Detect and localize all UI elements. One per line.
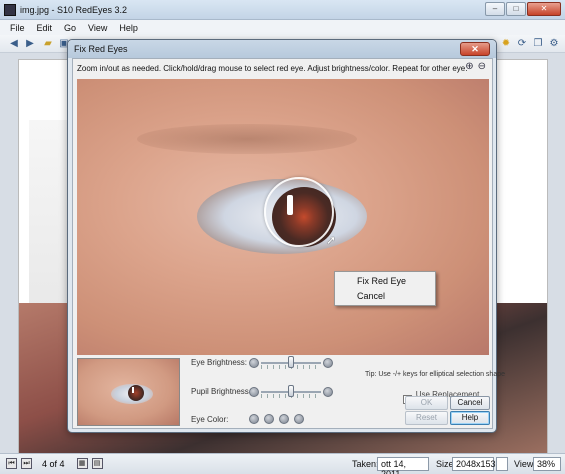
dialog-title: Fix Red Eyes <box>74 44 128 54</box>
fix-red-eye-menu-item[interactable]: Fix Red Eye <box>335 274 435 289</box>
eye-brightness-slider[interactable] <box>249 356 335 370</box>
reset-button[interactable]: Reset <box>405 411 448 425</box>
instructions-text: Zoom in/out as needed. Click/hold/drag m… <box>77 64 468 73</box>
sun-icon[interactable]: ✹ <box>500 38 512 50</box>
context-menu: Fix Red Eye Cancel <box>334 271 436 306</box>
taken-value: ott 14, 2011 <box>377 457 429 474</box>
menubar: File Edit Go View Help <box>0 20 565 35</box>
first-image-icon[interactable]: ⏮ <box>6 458 17 469</box>
settings-icon[interactable]: ⚙ <box>548 38 560 50</box>
minimize-button[interactable]: – <box>485 2 505 16</box>
app-icon <box>4 4 16 16</box>
pupil-brightness-label: Pupil Brightness <box>191 387 249 396</box>
taken-label: Taken: <box>352 459 379 469</box>
dialog-body: Zoom in/out as needed. Click/hold/drag m… <box>72 58 505 429</box>
copy-icon[interactable]: ❐ <box>532 38 544 50</box>
thumbnail-icon[interactable]: ▦ <box>76 458 88 469</box>
eye-brightness-label: Eye Brightness: <box>191 358 248 367</box>
statusbar: ⏮ ⏭ 4 of 4 ▦ ▤ Taken: ott 14, 2011 Size:… <box>0 453 565 474</box>
maximize-button[interactable]: □ <box>506 2 526 16</box>
pupil-brightness-decrease[interactable] <box>249 387 259 397</box>
last-image-icon[interactable]: ⏭ <box>21 458 32 469</box>
view-value: 38% <box>533 457 561 471</box>
grid-icon[interactable]: ▤ <box>91 458 103 469</box>
dialog-close-button[interactable]: ✕ <box>460 42 490 56</box>
ok-button[interactable]: OK <box>405 396 448 410</box>
close-button[interactable]: ✕ <box>527 2 561 16</box>
eye-canvas[interactable]: ➚ Fix Red Eye Cancel <box>77 79 489 355</box>
zoom-out-icon[interactable]: ⊖ <box>478 61 486 72</box>
pupil-brightness-thumb[interactable] <box>288 385 294 397</box>
help-button[interactable]: Help <box>450 411 490 425</box>
main-titlebar: img.jpg - S10 RedEyes 3.2 – □ ✕ <box>0 0 565 20</box>
pupil-brightness-increase[interactable] <box>323 387 333 397</box>
cancel-menu-item[interactable]: Cancel <box>335 289 435 304</box>
window-controls: – □ ✕ <box>485 2 561 16</box>
tip-text: Tip: Use -/+ keys for elliptical selecti… <box>365 371 505 378</box>
back-arrow-icon[interactable]: ◀ <box>8 38 20 50</box>
fix-red-eyes-dialog: Fix Red Eyes ✕ Zoom in/out as needed. Cl… <box>67 39 505 433</box>
zoom-in-icon[interactable]: ⊕ <box>465 61 473 72</box>
eye-color-swatch-4[interactable] <box>294 414 304 424</box>
zoom-controls: ⊕ ⊖ <box>465 61 486 72</box>
eye-color-swatch-1[interactable] <box>249 414 259 424</box>
forward-arrow-icon[interactable]: ▶ <box>24 38 36 50</box>
eye-brightness-decrease[interactable] <box>249 358 259 368</box>
eye-color-label: Eye Color: <box>191 415 229 424</box>
preview-thumbnail <box>77 358 180 426</box>
pupil-brightness-slider[interactable] <box>249 385 335 399</box>
menu-view[interactable]: View <box>88 23 107 33</box>
status-nav: ⏮ ⏭ 4 of 4 ▦ ▤ <box>6 458 103 469</box>
eye-color-swatch-2[interactable] <box>264 414 274 424</box>
eye-brightness-thumb[interactable] <box>288 356 294 368</box>
open-folder-icon[interactable]: ▰ <box>42 38 54 50</box>
menu-help[interactable]: Help <box>119 23 138 33</box>
rotate-icon[interactable]: ⟳ <box>516 38 528 50</box>
size-value: 2048x1536 <box>452 457 501 471</box>
menu-go[interactable]: Go <box>64 23 76 33</box>
eye-brightness-increase[interactable] <box>323 358 333 368</box>
dialog-titlebar: Fix Red Eyes ✕ <box>68 40 496 58</box>
size-button[interactable] <box>496 457 508 471</box>
preview-iris <box>128 385 144 401</box>
mouse-cursor-icon: ➚ <box>326 233 337 247</box>
cancel-button[interactable]: Cancel <box>450 396 490 410</box>
menu-edit[interactable]: Edit <box>37 23 53 33</box>
image-counter: 4 of 4 <box>42 458 65 469</box>
window-title: img.jpg - S10 RedEyes 3.2 <box>20 5 128 15</box>
menu-file[interactable]: File <box>10 23 25 33</box>
selection-circle[interactable] <box>264 177 334 247</box>
preview-glint <box>132 387 134 393</box>
eyebrow <box>137 124 357 154</box>
eye-color-swatch-3[interactable] <box>279 414 289 424</box>
